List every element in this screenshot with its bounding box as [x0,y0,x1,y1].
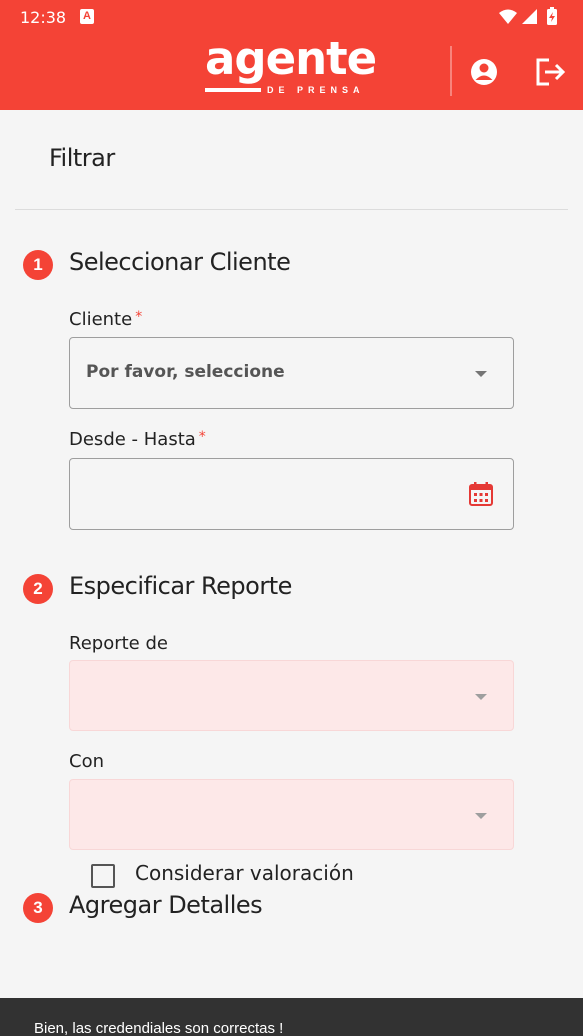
status-icons [499,7,557,25]
client-label-text: Cliente [69,309,133,330]
title-divider [15,209,568,210]
consider-valuation-checkbox[interactable] [91,864,115,888]
with-select[interactable] [69,779,514,850]
step-3-title: Agregar Detalles [69,891,263,919]
filter-panel: Filtrar 1 Seleccionar Cliente Cliente * P… [0,110,583,1036]
notification-badge: A [80,9,94,24]
step-1-badge: 1 [23,250,53,280]
snackbar: Bien, las credendiales son correctas ! [0,998,583,1036]
logo-underline [205,88,261,92]
snackbar-message: Bien, las credendiales son correctas ! [34,1020,284,1036]
page-title: Filtrar [49,144,115,172]
client-select-value: Por favor, seleccione [86,362,285,382]
required-marker: * [198,429,206,445]
account-icon [471,59,497,85]
consider-valuation-label[interactable]: Considerar valoración [135,861,354,885]
report-type-label: Reporte de [69,633,168,654]
app-bar: 12:38 A agente DE PRENSA [0,0,583,110]
chevron-down-icon [475,694,487,700]
date-range-label: Desde - Hasta * [69,429,206,450]
step-2-badge: 2 [23,574,53,604]
report-type-select[interactable] [69,660,514,731]
header-divider [450,46,452,96]
logout-button[interactable] [530,52,570,92]
status-time: 12:38 [20,8,67,27]
account-button[interactable] [464,52,504,92]
status-bar: 12:38 A [0,0,583,34]
logo-subtitle: DE PRENSA [267,85,365,95]
signal-icon [522,9,537,24]
logout-icon [536,58,566,86]
required-marker: * [135,309,143,325]
step-3-badge: 3 [23,893,53,923]
chevron-down-icon [475,813,487,819]
client-select[interactable]: Por favor, seleccione [69,337,514,409]
client-label: Cliente * [69,309,142,330]
wifi-icon [499,9,517,24]
date-range-label-text: Desde - Hasta [69,429,196,450]
chevron-down-icon [475,371,487,377]
step-1-title: Seleccionar Cliente [69,248,291,276]
date-range-field[interactable] [69,458,514,530]
step-2-title: Especificar Reporte [69,572,292,600]
calendar-icon[interactable] [468,481,494,507]
logo-wordmark: agente [205,32,377,85]
with-label: Con [69,751,104,772]
app-logo: agente DE PRENSA [205,32,385,100]
